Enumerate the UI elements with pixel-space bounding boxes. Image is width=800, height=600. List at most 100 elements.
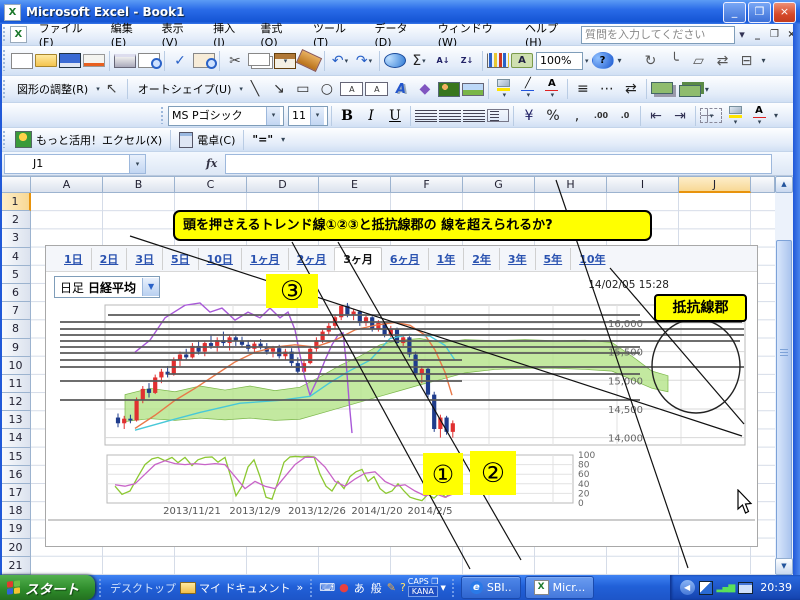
row-header-4[interactable]: 4 [0,248,31,266]
autoshapes-menu[interactable]: オートシェイプ(U) [131,79,239,99]
equals-button[interactable]: "=" [247,133,278,146]
font-size-select[interactable]: 11▾ [288,106,328,126]
ime-ball-icon[interactable]: ● [339,581,349,594]
toolbar-options-icon[interactable]: ▾ [771,111,781,120]
help-icon[interactable]: ? [592,52,614,69]
align-center-icon[interactable] [439,109,461,122]
question-dropdown-icon[interactable]: ▾ [735,26,749,44]
ime-options-icon[interactable]: ▼ [440,584,445,592]
flip-shape-icon[interactable]: ⇄ [712,50,734,72]
drawing-icon[interactable]: A [511,53,533,68]
row-header-2[interactable]: 2 [0,211,31,229]
ime-conversion-mode[interactable]: 般 [371,580,382,596]
draw-rectangle-icon[interactable]: ▭ [292,78,314,100]
insert-picture-icon[interactable] [462,83,484,96]
row-header-19[interactable]: 19 [0,520,31,538]
cut-icon[interactable]: ✂ [224,50,246,72]
borders-icon[interactable]: ▾ [700,108,722,123]
column-header-J[interactable]: J [679,176,751,193]
column-header-E[interactable]: E [319,176,391,193]
row-header-20[interactable]: 20 [0,539,31,557]
circled-2-label[interactable]: ② [470,451,516,495]
chart-tab-10日[interactable]: 10日 [198,248,241,270]
increase-indent-icon[interactable]: ⇥ [669,105,691,127]
column-header-C[interactable]: C [175,176,247,193]
percent-style-icon[interactable]: % [542,105,564,127]
comma-style-icon[interactable]: , [566,105,588,127]
bold-icon[interactable]: B [336,105,358,127]
decrease-decimal-icon[interactable]: .0 [614,105,636,127]
row-header-16[interactable]: 16 [0,466,31,484]
fill-color-icon[interactable]: ▾ [493,78,515,100]
connector-icon[interactable]: ⊟ [736,50,758,72]
row-header-7[interactable]: 7 [0,302,31,320]
ime-tools-icon[interactable]: ✎ [387,581,396,594]
close-button[interactable]: × [773,2,796,23]
quicklaunch-mydocs[interactable]: マイ ドキュメント [199,580,291,596]
draw-arrow-icon[interactable]: ↘ [268,78,290,100]
align-left-icon[interactable] [415,109,437,122]
chart-tab-5日[interactable]: 5日 [162,248,198,270]
font-color-icon[interactable]: A▾ [748,105,770,127]
column-header-G[interactable]: G [463,176,535,193]
chevron-down-icon[interactable]: ▾ [266,107,280,125]
print-preview-icon[interactable] [138,53,160,68]
chart-tab-6ヶ月[interactable]: 6ヶ月 [382,248,428,270]
row-header-18[interactable]: 18 [0,502,31,520]
shadow-style-icon[interactable] [651,82,673,94]
vertical-scrollbar[interactable]: ▲ ▼ [775,176,793,575]
align-right-icon[interactable] [463,109,485,122]
paste-icon[interactable]: ▾ [274,53,296,69]
chart-tab-10年[interactable]: 10年 [570,248,613,270]
select-objects-icon[interactable]: ↖ [101,78,123,100]
text-box-icon[interactable]: A [340,82,363,96]
draw-oval-icon[interactable]: ○ [316,78,338,100]
sort-descending-icon[interactable]: Z↓ [456,50,478,72]
circled-1-label[interactable]: ① [423,453,463,495]
spelling-icon[interactable]: ✓ [169,50,191,72]
row-header-17[interactable]: 17 [0,484,31,502]
toolbar-options-icon[interactable]: ▾ [702,85,712,94]
scroll-thumb[interactable] [776,240,792,570]
chart-tab-3年[interactable]: 3年 [499,248,535,270]
row-header-21[interactable]: 21 [0,557,31,575]
tray-app-icon[interactable] [699,581,713,595]
taskbutton-excel[interactable]: X Micr... [525,576,595,599]
new-document-icon[interactable] [11,53,33,69]
column-header-H[interactable]: H [535,176,607,193]
autosum-icon[interactable]: Σ▾ [408,50,430,72]
column-header-D[interactable]: D [247,176,319,193]
row-header-10[interactable]: 10 [0,357,31,375]
column-header-I[interactable]: I [607,176,679,193]
print-icon[interactable] [114,54,136,68]
line-color-icon[interactable]: ╱▾ [517,78,539,100]
vertical-text-box-icon[interactable]: A [365,82,388,96]
formula-input[interactable] [225,154,772,174]
stock-chart-image[interactable]: 1日2日3日5日10日1ヶ月2ヶ月3ヶ月6ヶ月1年2年3年5年10年 日足 日経… [45,245,758,547]
row-header-12[interactable]: 12 [0,393,31,411]
resistance-label-box[interactable]: 抵抗線郡 [654,294,747,322]
chart-tab-5年[interactable]: 5年 [535,248,571,270]
chart-wizard-icon[interactable] [487,53,509,68]
doc-restore-button[interactable]: ❐ [766,29,783,40]
doc-minimize-button[interactable]: _ [749,29,766,40]
name-box[interactable]: J1 [4,154,130,174]
question-input[interactable]: 質問を入力してください [581,26,735,44]
minimize-button[interactable]: _ [723,2,746,23]
taskbutton-sbi[interactable]: e SBI.. [461,576,521,599]
toolbar-options-icon[interactable]: ▾ [759,56,769,65]
dash-style-icon[interactable]: ⋯ [596,78,618,100]
undo-icon[interactable]: ↶▾ [329,50,351,72]
free-rotate-icon[interactable]: ↻ [640,50,662,72]
insert-hyperlink-icon[interactable] [384,53,406,68]
underline-icon[interactable]: U [384,105,406,127]
name-box-dropdown-icon[interactable]: ▾ [130,154,146,174]
row-header-15[interactable]: 15 [0,448,31,466]
ime-input-mode[interactable]: あ [354,580,365,596]
quicklaunch-chevron-icon[interactable]: » [297,581,304,594]
insert-function-icon[interactable]: fx [206,157,217,170]
change-autoshape-icon[interactable]: ▱ [688,50,710,72]
column-header-B[interactable]: B [103,176,175,193]
format-painter-icon[interactable] [296,49,322,72]
calculator-button[interactable]: 電卓(C) [174,131,240,149]
